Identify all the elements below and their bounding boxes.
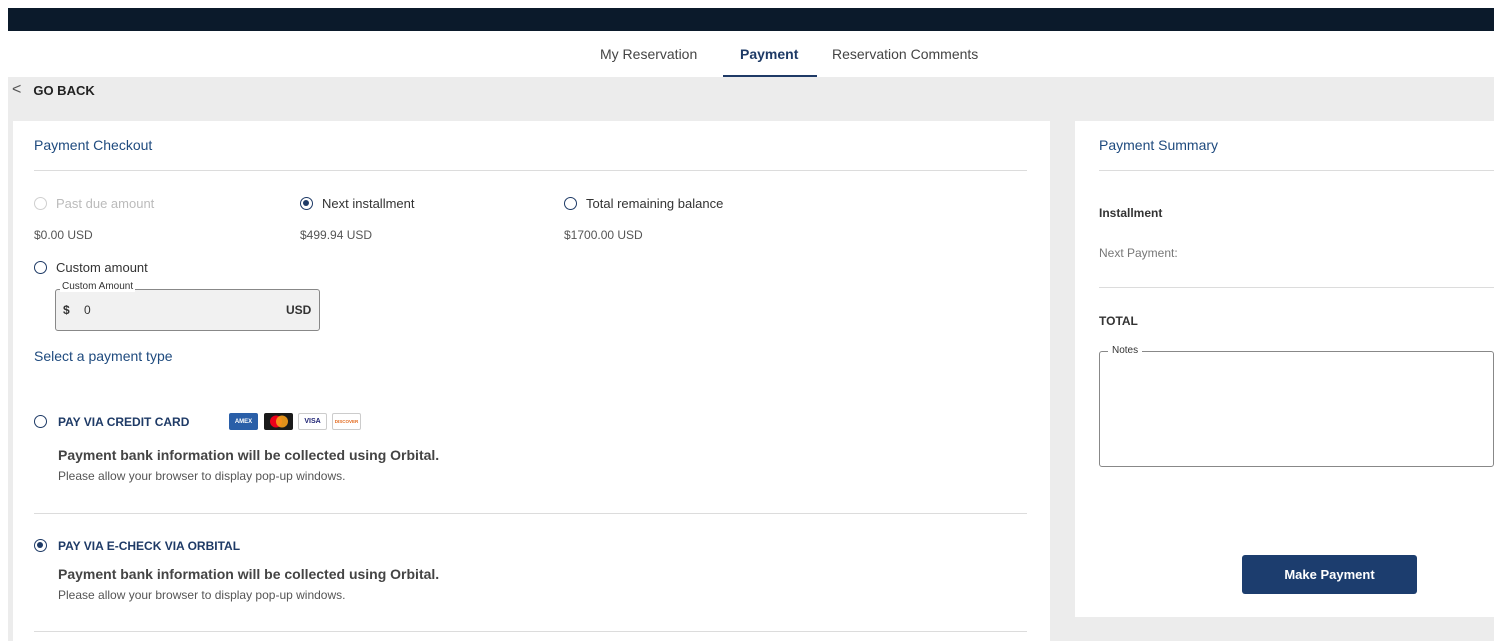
past-due-label: Past due amount [56, 196, 155, 211]
tab-reservation-comments[interactable]: Reservation Comments [832, 46, 978, 62]
payment-divider-2 [34, 631, 1027, 632]
next-installment-amount: $499.94 USD [300, 228, 373, 242]
custom-amount-label: Custom amount [56, 260, 148, 275]
go-back-label: GO BACK [33, 82, 95, 98]
installment-label: Installment [1099, 206, 1163, 220]
tab-my-reservation[interactable]: My Reservation [600, 46, 697, 62]
custom-amount-input[interactable]: 0 [84, 303, 91, 317]
credit-card-note: Please allow your browser to display pop… [58, 469, 346, 483]
visa-logo-icon: VISA [298, 413, 327, 430]
total-label: TOTAL [1099, 314, 1138, 328]
next-payment-label: Next Payment: [1099, 246, 1178, 260]
total-balance-amount: $1700.00 USD [564, 228, 643, 242]
credit-card-radio[interactable] [34, 415, 47, 428]
currency-suffix: USD [286, 303, 312, 317]
notes-legend: Notes [1108, 345, 1143, 356]
tab-payment[interactable]: Payment [740, 46, 798, 62]
discover-logo-icon: DISCOVER [332, 413, 361, 430]
payment-divider-1 [34, 513, 1027, 514]
custom-amount-radio[interactable] [34, 261, 47, 274]
echeck-info: Payment bank information will be collect… [58, 566, 440, 582]
checkout-divider [34, 170, 1027, 171]
echeck-title: PAY VIA E-CHECK VIA ORBITAL [58, 539, 241, 553]
chevron-left-icon: < [12, 81, 22, 98]
next-installment-radio[interactable] [300, 197, 313, 210]
total-balance-radio[interactable] [564, 197, 577, 210]
payment-checkout-card [13, 121, 1050, 641]
echeck-note: Please allow your browser to display pop… [58, 588, 346, 602]
amex-logo-icon: AMEX [229, 413, 258, 430]
credit-card-info: Payment bank information will be collect… [58, 447, 440, 463]
past-due-radio[interactable] [34, 197, 47, 210]
total-balance-label: Total remaining balance [586, 196, 724, 211]
summary-title: Payment Summary [1099, 137, 1219, 153]
echeck-radio[interactable] [34, 539, 47, 552]
notes-textarea[interactable] [1099, 351, 1494, 467]
tab-bar: My Reservation Payment Reservation Comme… [0, 31, 1494, 77]
payment-type-title: Select a payment type [34, 348, 173, 364]
currency-prefix: $ [63, 303, 70, 317]
top-header-bar [8, 8, 1494, 31]
go-back-link[interactable]: < GO BACK [12, 81, 95, 99]
custom-amount-legend: Custom Amount [60, 281, 136, 292]
credit-card-title: PAY VIA CREDIT CARD [58, 415, 190, 429]
summary-divider [1099, 170, 1494, 171]
custom-amount-field[interactable] [55, 289, 320, 331]
past-due-amount: $0.00 USD [34, 228, 93, 242]
summary-divider-2 [1099, 287, 1494, 288]
next-installment-label: Next installment [322, 196, 415, 211]
mastercard-logo-icon [264, 413, 293, 430]
make-payment-button[interactable]: Make Payment [1242, 555, 1417, 594]
checkout-title: Payment Checkout [34, 137, 153, 153]
